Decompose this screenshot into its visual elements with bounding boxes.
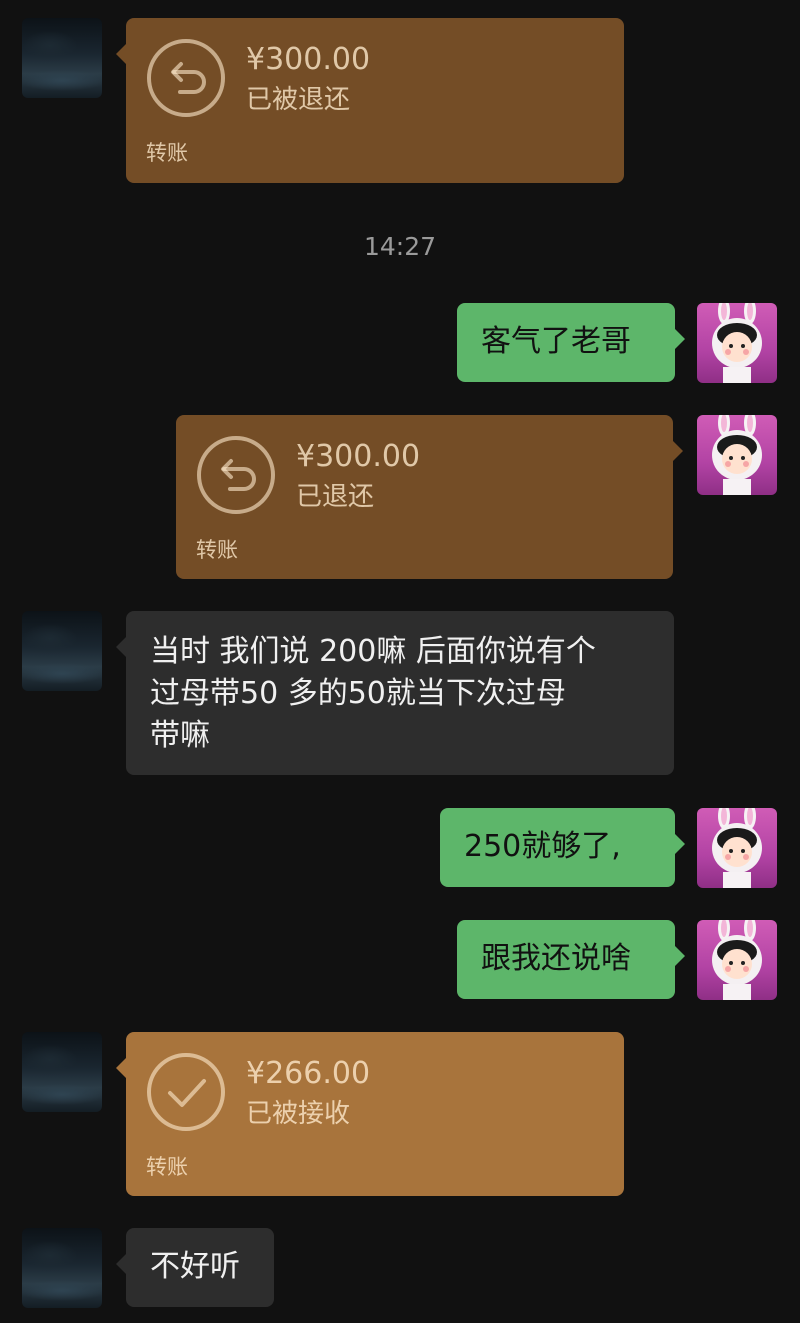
cartoon-girl-icon: [712, 808, 762, 888]
transfer-amount: ¥266.00: [246, 1056, 371, 1091]
transfer-status: 已退还: [296, 482, 375, 512]
return-arrow-icon: [147, 39, 225, 117]
contact-avatar[interactable]: [22, 611, 102, 691]
contact-avatar[interactable]: [22, 1228, 102, 1308]
self-avatar[interactable]: [697, 303, 777, 383]
message-bubble-self[interactable]: 250就够了,: [440, 808, 685, 887]
transfer-label: 转账: [146, 141, 188, 165]
message-line: 过母带50 多的50就当下次过母: [150, 676, 566, 711]
message-bubble-other[interactable]: 不好听: [116, 1228, 274, 1307]
transfer-label: 转账: [146, 1155, 188, 1179]
transfer-status: 已被接收: [246, 1099, 351, 1129]
message-bubble-self[interactable]: 客气了老哥: [457, 303, 685, 382]
transfer-card[interactable]: ¥266.00 已被接收 转账: [116, 1032, 624, 1196]
contact-avatar[interactable]: [22, 1032, 102, 1112]
message-line: 当时 我们说 200嘛 后面你说有个: [150, 634, 596, 669]
cartoon-girl-icon: [712, 303, 762, 383]
message-bubble-other[interactable]: 当时 我们说 200嘛 后面你说有个 过母带50 多的50就当下次过母 带嘛: [116, 611, 674, 775]
message-bubble-self[interactable]: 跟我还说啥: [457, 920, 685, 999]
contact-avatar[interactable]: [22, 18, 102, 98]
return-arrow-icon: [197, 436, 275, 514]
transfer-label: 转账: [196, 538, 238, 562]
transfer-status: 已被退还: [246, 85, 351, 115]
message-line: 带嘛: [150, 718, 210, 753]
self-avatar[interactable]: [697, 920, 777, 1000]
cartoon-girl-icon: [712, 920, 762, 1000]
chat-timestamp: 14:27: [363, 232, 437, 261]
self-avatar[interactable]: [697, 808, 777, 888]
transfer-card[interactable]: ¥300.00 已被退还 转账: [116, 18, 624, 183]
checkmark-icon: [147, 1053, 225, 1131]
cartoon-girl-icon: [712, 415, 762, 495]
transfer-amount: ¥300.00: [296, 439, 421, 474]
transfer-amount: ¥300.00: [246, 42, 371, 77]
transfer-card[interactable]: ¥300.00 已退还 转账: [176, 415, 683, 579]
self-avatar[interactable]: [697, 415, 777, 495]
